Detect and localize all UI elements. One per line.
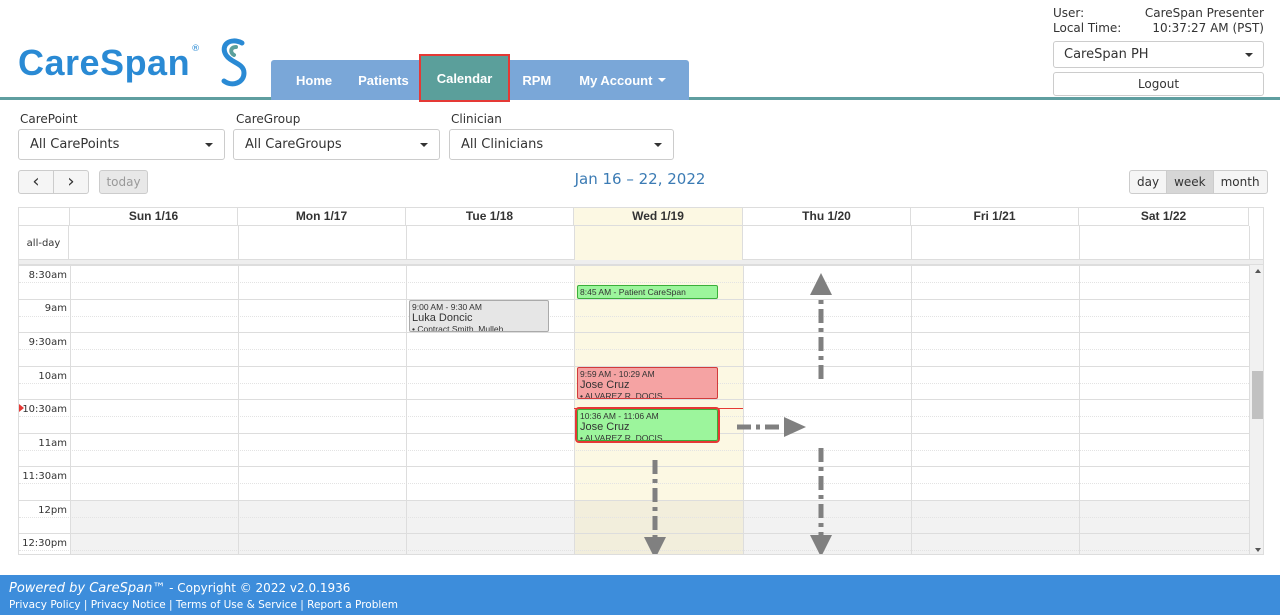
time-gutter-header — [19, 208, 70, 226]
day-header-wed[interactable]: Wed 1/19 — [574, 208, 743, 226]
logo-registered-mark: ® — [191, 44, 201, 54]
chevron-down-icon — [1245, 52, 1253, 57]
main-nav: Home Patients Calendar RPM My Account — [271, 54, 689, 102]
nav-my-account[interactable]: My Account — [579, 60, 667, 100]
view-switcher: day week month — [1129, 170, 1268, 194]
nav-home[interactable]: Home — [296, 60, 332, 100]
all-day-label: all-day — [19, 226, 69, 260]
logo-s-icon — [221, 38, 247, 87]
user-name: CareSpan Presenter — [1144, 6, 1264, 20]
time-label: 11am — [38, 438, 67, 449]
event-detail: • Contract Smith, Mulleh — [412, 324, 504, 332]
time-label: 11:30am — [22, 471, 67, 482]
day-header-mon[interactable]: Mon 1/17 — [238, 208, 406, 226]
scroll-down-icon[interactable] — [1255, 548, 1261, 552]
page-footer: Powered by CareSpan™ - Copyright © 2022 … — [0, 575, 1280, 615]
powered-by: Powered by CareSpan™ — [9, 581, 166, 596]
caregroup-filter: CareGroup All CareGroups — [233, 112, 440, 160]
local-time-label: Local Time: — [1053, 21, 1122, 35]
carespan-logo[interactable]: CareSpan ® — [18, 38, 252, 88]
event-patient-name: Luka Doncic — [412, 312, 473, 324]
day-header-fri[interactable]: Fri 1/21 — [911, 208, 1079, 226]
event-jose-cruz-2[interactable]: 10:36 AM - 11:06 AM Jose Cruz • ALVAREZ … — [575, 407, 720, 443]
report-problem-link[interactable]: Report a Problem — [307, 599, 398, 611]
event-jose-cruz-1[interactable]: 9:59 AM - 10:29 AM Jose Cruz • ALVAREZ R… — [577, 367, 718, 399]
event-patient-name: Jose Cruz — [580, 379, 630, 391]
day-header-thu[interactable]: Thu 1/20 — [743, 208, 911, 226]
event-patient-carespan[interactable]: 8:45 AM - Patient CareSpan — [577, 285, 718, 299]
time-label: 10:30am — [22, 404, 67, 415]
clinician-filter: Clinician All Clinicians — [449, 112, 674, 160]
prev-week-button[interactable]: ‹ — [18, 170, 54, 194]
nav-rpm[interactable]: RPM — [522, 60, 551, 100]
time-grid: 8:30am 9am 9:30am 10am 10:30am 11am 11:3… — [19, 265, 1249, 554]
time-label: 9am — [44, 303, 67, 314]
time-label: 12pm — [38, 505, 67, 516]
time-label: 9:30am — [28, 337, 67, 348]
event-luka-doncic[interactable]: 9:00 AM - 9:30 AM Luka Doncic • Contract… — [409, 300, 549, 332]
all-day-row: all-day — [19, 226, 1263, 260]
next-week-button[interactable]: › — [53, 170, 89, 194]
scroll-thumb[interactable] — [1252, 371, 1263, 419]
caregroup-select[interactable]: All CareGroups — [233, 129, 440, 160]
carepoint-value: All CarePoints — [30, 137, 120, 152]
current-time-marker-icon — [19, 404, 24, 412]
carepoint-label: CarePoint — [20, 112, 78, 126]
day-header-tue[interactable]: Tue 1/18 — [406, 208, 574, 226]
terms-link[interactable]: Terms of Use & Service — [176, 599, 297, 611]
calendar-scrollbar[interactable] — [1249, 265, 1263, 554]
day-header-sun[interactable]: Sun 1/16 — [70, 208, 238, 226]
event-patient-name: Jose Cruz — [580, 421, 630, 433]
clinician-value: All Clinicians — [461, 137, 544, 152]
time-label: 10am — [38, 371, 67, 382]
calendar-title: Jan 16 – 22, 2022 — [574, 170, 706, 188]
local-time-value: 10:37:27 AM (PST) — [1152, 21, 1264, 35]
nav-calendar[interactable]: Calendar — [418, 54, 511, 102]
view-day-button[interactable]: day — [1129, 170, 1168, 194]
carepoint-select[interactable]: All CarePoints — [18, 129, 225, 160]
event-time: 10:36 AM - 11:06 AM — [580, 411, 659, 421]
user-panel: User: CareSpan Presenter Local Time: 10:… — [1053, 6, 1264, 96]
logout-button[interactable]: Logout — [1053, 72, 1264, 96]
caregroup-label: CareGroup — [236, 112, 301, 126]
chevron-left-icon: ‹ — [32, 171, 40, 192]
chevron-down-icon — [654, 142, 662, 147]
event-time: 9:59 AM - 10:29 AM — [580, 369, 655, 379]
event-detail: • ALVAREZ R. DOCIS — [580, 391, 663, 399]
week-calendar: Sun 1/16 Mon 1/17 Tue 1/18 Wed 1/19 Thu … — [18, 207, 1264, 555]
scroll-up-icon[interactable] — [1255, 269, 1261, 273]
nav-my-account-label: My Account — [579, 72, 653, 88]
event-time: 9:00 AM - 9:30 AM — [412, 302, 482, 312]
organization-value: CareSpan PH — [1064, 47, 1149, 62]
time-label: 8:30am — [28, 270, 67, 281]
user-label: User: — [1053, 6, 1085, 20]
chevron-down-icon — [205, 142, 213, 147]
event-detail: • ALVAREZ R. DOCIS — [580, 433, 663, 441]
caret-down-icon — [658, 78, 667, 82]
chevron-down-icon — [420, 142, 428, 147]
logo-text: CareSpan — [18, 42, 191, 83]
time-label: 12:30pm — [22, 538, 67, 549]
day-header-sat[interactable]: Sat 1/22 — [1079, 208, 1249, 226]
organization-select[interactable]: CareSpan PH — [1053, 41, 1264, 68]
privacy-policy-link[interactable]: Privacy Policy — [9, 599, 81, 611]
carepoint-filter: CarePoint All CarePoints — [18, 112, 225, 160]
privacy-notice-link[interactable]: Privacy Notice — [91, 599, 166, 611]
view-week-button[interactable]: week — [1166, 170, 1214, 194]
nav-patients[interactable]: Patients — [358, 60, 409, 100]
copyright: - Copyright © 2022 v2.0.1936 — [165, 581, 351, 595]
app-header: CareSpan ® Home Patients Calendar RPM My… — [0, 0, 1280, 102]
clinician-label: Clinician — [451, 112, 502, 126]
caregroup-value: All CareGroups — [245, 137, 342, 152]
chevron-right-icon: › — [67, 171, 75, 192]
view-month-button[interactable]: month — [1212, 170, 1268, 194]
event-time: 8:45 AM - Patient CareSpan — [580, 287, 686, 297]
clinician-select[interactable]: All Clinicians — [449, 129, 674, 160]
today-button[interactable]: today — [99, 170, 148, 194]
